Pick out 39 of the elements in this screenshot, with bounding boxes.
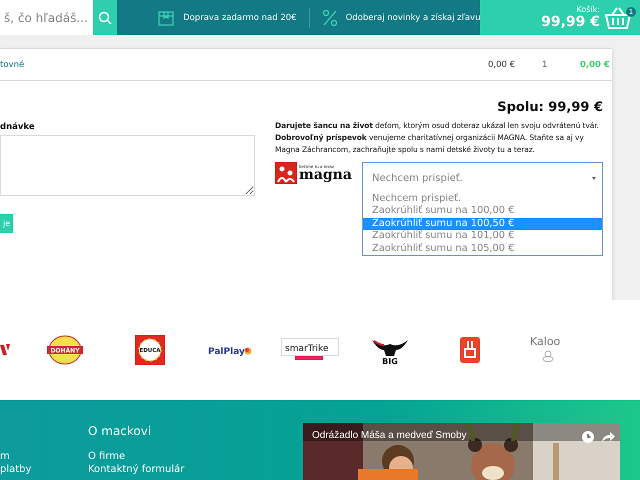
- caret-icon: [592, 176, 596, 180]
- donation-select[interactable]: Nechcem prispieť.: [362, 162, 603, 194]
- note-field[interactable]: [0, 135, 255, 196]
- row-total: 0,00 €: [580, 60, 611, 70]
- dropdown-option[interactable]: Zaokrúhliť sumu na 100,00 €: [363, 205, 602, 218]
- clock-icon[interactable]: [582, 431, 594, 443]
- footer-heading: O mackovi: [88, 424, 152, 438]
- search-field[interactable]: š, čo hľadáš...: [0, 0, 93, 35]
- kaloo-logo: Kaloo: [528, 334, 572, 366]
- magna-wordmark: magna: [299, 169, 352, 182]
- palplay-logo: PalPlay: [208, 343, 252, 357]
- dropdown-option[interactable]: Nechcem prispieť.: [363, 193, 602, 206]
- dropdown-option[interactable]: Zaokrúhliť sumu na 100,50 €: [363, 218, 602, 230]
- magna-logo-icon: [275, 162, 297, 184]
- dropdown-option[interactable]: Zaokrúhliť sumu na 101,00 €: [363, 230, 602, 243]
- search-button[interactable]: [93, 0, 118, 35]
- quantity: 1: [542, 60, 548, 70]
- dropdown-option[interactable]: Zaokrúhliť sumu na 105,00 €: [363, 242, 602, 255]
- share-icon[interactable]: [602, 431, 615, 443]
- item-name-link[interactable]: tovné: [0, 60, 488, 70]
- order-total: Spolu: 99,99 €: [496, 99, 604, 115]
- package-icon: [157, 8, 176, 26]
- footer-link[interactable]: m: [0, 450, 32, 463]
- footer-link[interactable]: O firme: [88, 450, 184, 463]
- brand-logo-icon: [0, 343, 10, 357]
- video-title: Odrážadlo Máša a medveď Smoby: [312, 430, 467, 441]
- basket-icon: [604, 6, 632, 30]
- unit-price: 0,00 €: [488, 60, 516, 70]
- rabbit-logo-icon: [460, 337, 480, 363]
- footer-link[interactable]: Kontaktný formulár: [88, 463, 184, 476]
- perk-text: Odoberaj novinky a získaj zľavu: [346, 12, 480, 22]
- search-icon: [98, 10, 112, 24]
- percent-icon: [322, 8, 338, 26]
- perk-text: Doprava zadarmo nad 20€: [183, 12, 297, 22]
- continue-button[interactable]: je: [0, 214, 14, 233]
- smartrike-logo: smarTrike: [281, 338, 339, 362]
- big-logo: BIG: [370, 334, 410, 366]
- footer-link[interactable]: platby: [0, 463, 32, 476]
- note-label: dnávke: [0, 122, 36, 132]
